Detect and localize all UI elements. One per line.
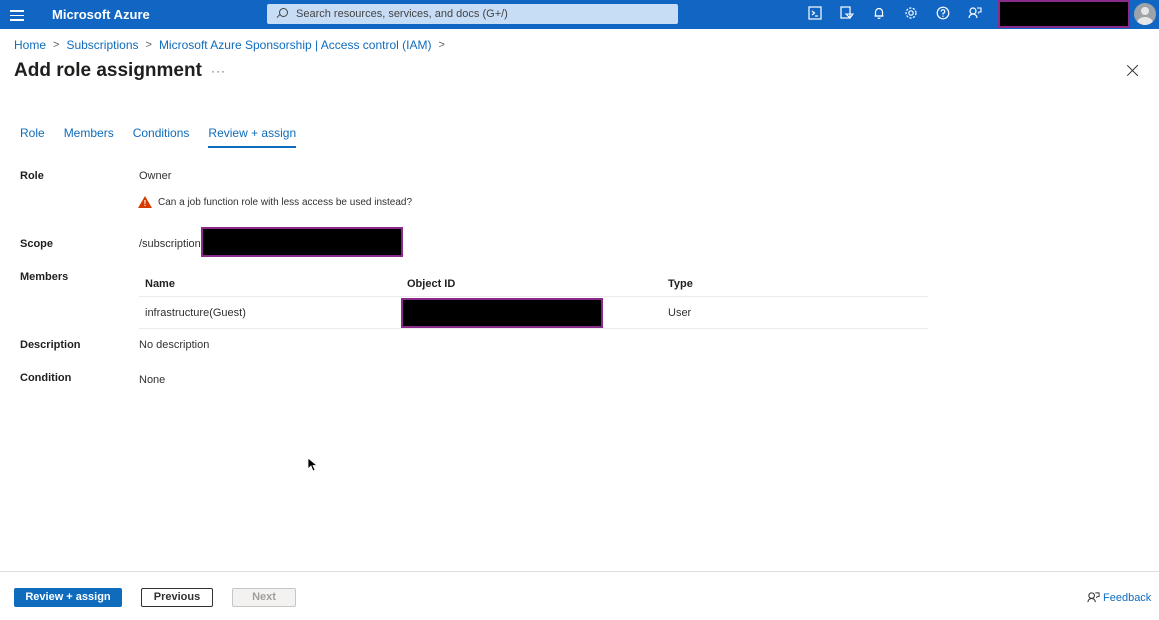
scope-value: /subscriptions	[139, 238, 207, 250]
description-label: Description	[20, 339, 81, 351]
footer-divider	[0, 571, 1159, 572]
search-icon	[276, 8, 288, 20]
redacted-account-name[interactable]	[998, 0, 1130, 28]
search-input[interactable]: Search resources, services, and docs (G+…	[267, 4, 678, 24]
tab-review-assign[interactable]: Review + assign	[208, 126, 297, 148]
mouse-cursor-icon	[308, 458, 318, 472]
search-placeholder: Search resources, services, and docs (G+…	[296, 8, 508, 20]
breadcrumb: Home > Subscriptions > Microsoft Azure S…	[14, 38, 452, 52]
member-type-cell: User	[668, 307, 692, 319]
redacted-object-id	[401, 298, 603, 328]
column-header-object-id: Object ID	[407, 278, 456, 290]
tab-members[interactable]: Members	[64, 126, 114, 148]
description-value: No description	[139, 339, 210, 351]
role-value: Owner	[139, 170, 172, 182]
feedback-link[interactable]: Feedback	[1087, 591, 1151, 604]
settings-icon[interactable]	[901, 6, 921, 23]
condition-value: None	[139, 374, 166, 386]
column-header-type: Type	[668, 278, 693, 290]
tab-role[interactable]: Role	[20, 126, 45, 148]
tab-conditions[interactable]: Conditions	[133, 126, 190, 148]
close-icon[interactable]	[1126, 64, 1139, 77]
redacted-subscription-id	[201, 227, 403, 257]
chevron-right-icon: >	[145, 39, 152, 51]
top-bar: Microsoft Azure Search resources, servic…	[0, 0, 1159, 29]
avatar[interactable]	[1134, 3, 1156, 25]
role-label: Role	[20, 170, 44, 182]
condition-label: Condition	[20, 372, 72, 384]
feedback-label: Feedback	[1103, 591, 1152, 604]
cloud-shell-icon[interactable]	[805, 6, 825, 23]
table-divider	[139, 328, 928, 329]
breadcrumb-iam[interactable]: Microsoft Azure Sponsorship | Access con…	[159, 38, 432, 52]
tab-strip: Role Members Conditions Review + assign	[20, 126, 315, 148]
brand-title[interactable]: Microsoft Azure	[52, 7, 150, 22]
directory-filter-icon[interactable]	[837, 6, 857, 23]
members-label: Members	[20, 271, 69, 283]
top-icons	[805, 6, 985, 23]
member-name-cell: infrastructure(Guest)	[145, 307, 246, 319]
menu-icon[interactable]	[10, 7, 24, 21]
help-icon[interactable]	[933, 6, 953, 23]
chevron-right-icon: >	[53, 39, 60, 51]
breadcrumb-home[interactable]: Home	[14, 38, 46, 52]
next-button: Next	[232, 588, 296, 607]
more-options-icon[interactable]: ···	[211, 64, 226, 78]
notifications-icon[interactable]	[869, 6, 889, 23]
table-divider	[139, 296, 928, 297]
warning-icon: !	[138, 196, 152, 209]
page-title: Add role assignment	[14, 60, 202, 81]
feedback-icon	[1087, 592, 1100, 603]
role-warning: ! Can a job function role with less acce…	[138, 196, 412, 209]
feedback-icon[interactable]	[965, 6, 985, 23]
warning-text: Can a job function role with less access…	[158, 197, 413, 208]
previous-button[interactable]: Previous	[141, 588, 213, 607]
chevron-right-icon: >	[438, 39, 445, 51]
review-assign-button[interactable]: Review + assign	[14, 588, 122, 607]
column-header-name: Name	[145, 278, 175, 290]
breadcrumb-subscriptions[interactable]: Subscriptions	[66, 38, 138, 52]
scope-label: Scope	[20, 238, 54, 250]
